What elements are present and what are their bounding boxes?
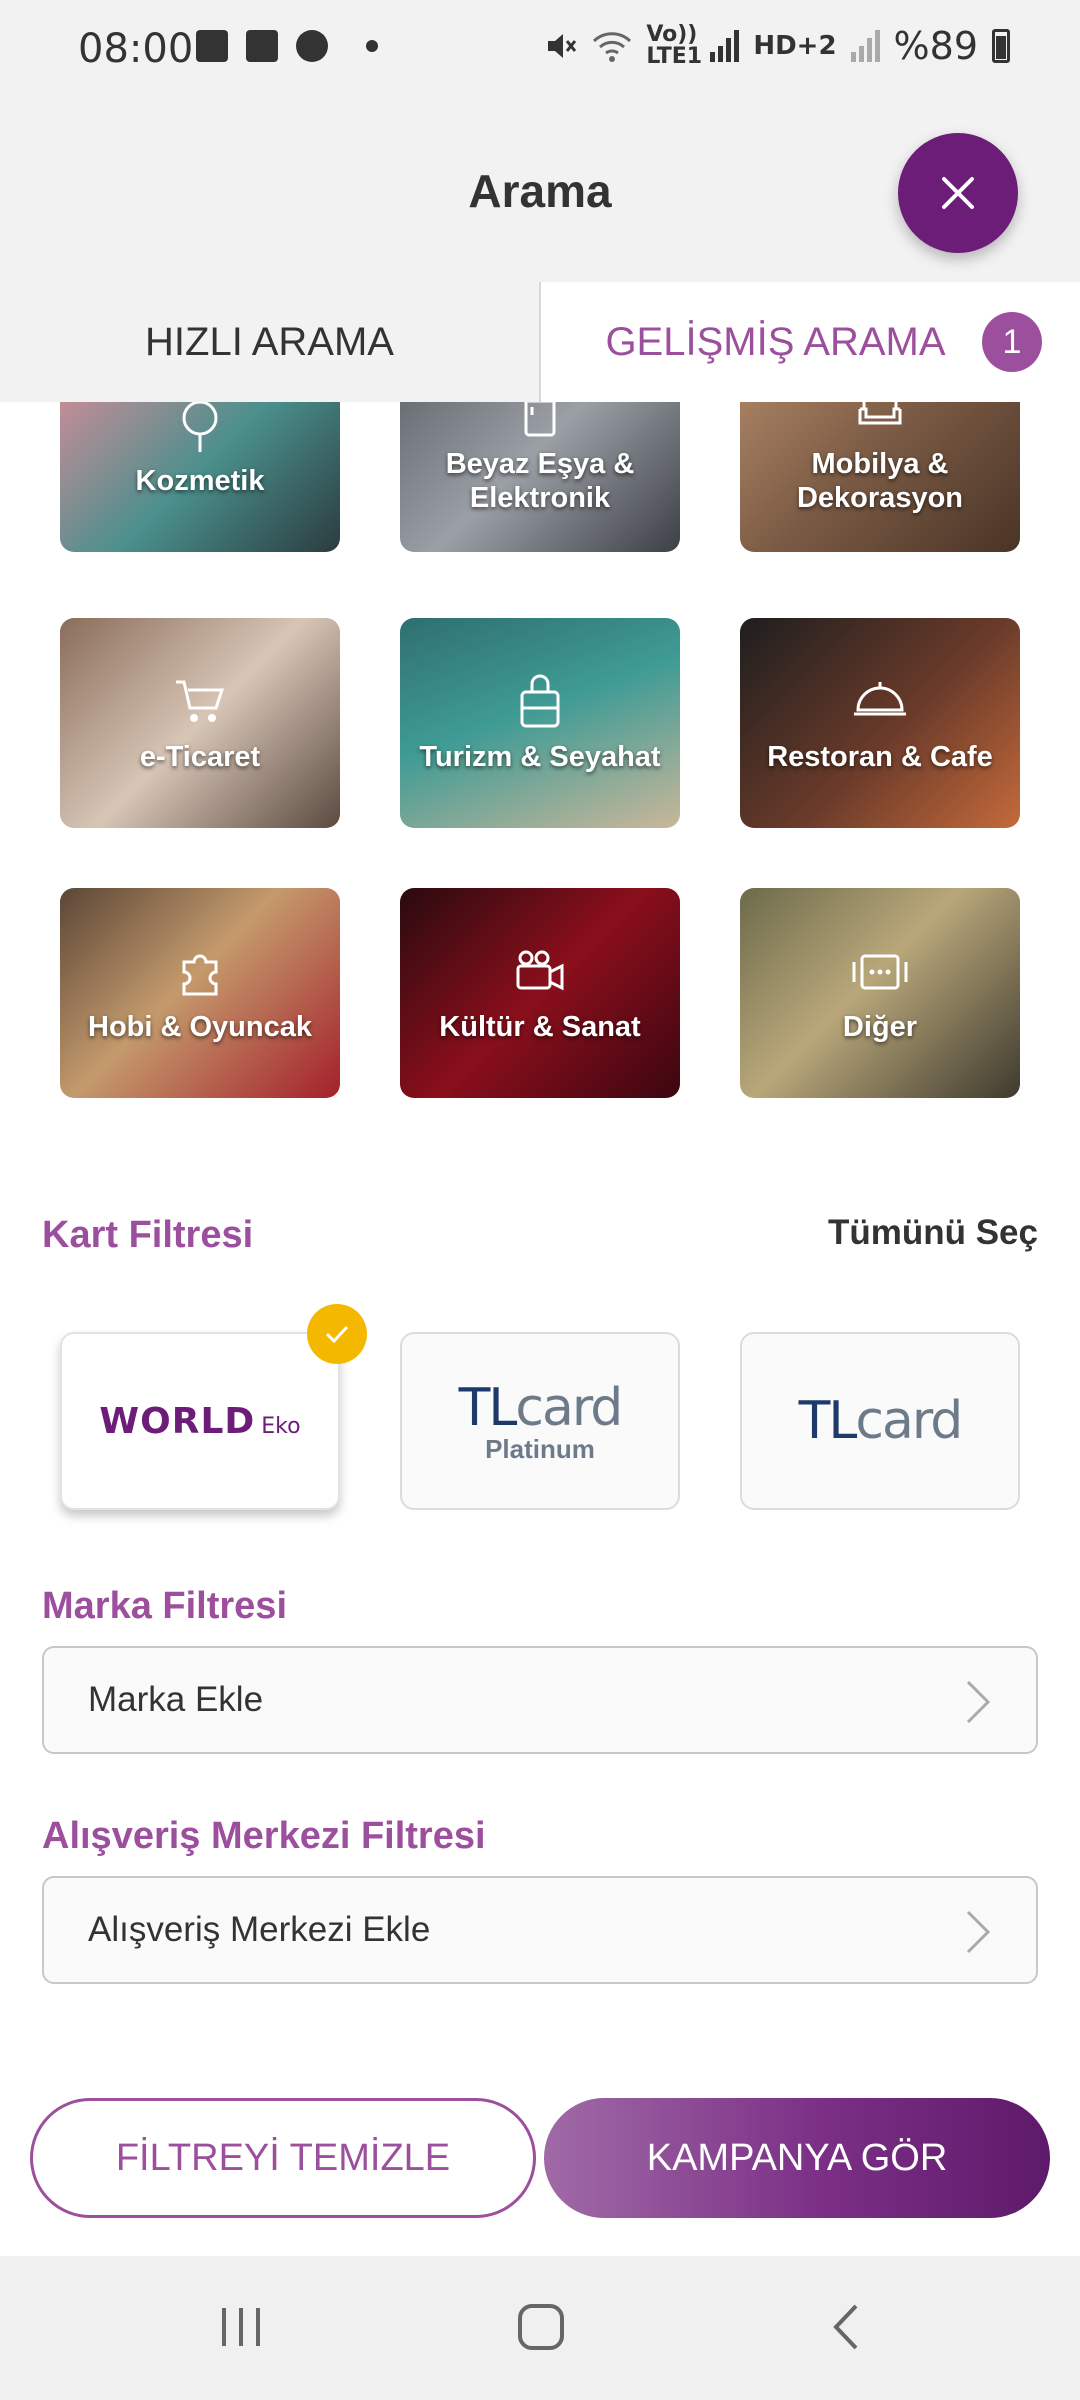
status-bar: 08:00 Vo)) LTE1 HD+2 %89: [0, 0, 1080, 100]
clear-filter-button[interactable]: FİLTREYİ TEMİZLE: [30, 2098, 536, 2218]
filter-count-badge: 1: [982, 312, 1042, 372]
category-label: Mobilya & Dekorasyon: [796, 448, 963, 514]
image-icon: [196, 30, 228, 62]
category-other[interactable]: Diğer: [740, 888, 1020, 1098]
add-brand-field[interactable]: Marka Ekle: [42, 1646, 1038, 1754]
card-tlcard[interactable]: TLcard: [740, 1332, 1020, 1510]
status-time: 08:00: [78, 26, 194, 72]
mall-filter-title: Alışveriş Merkezi Filtresi: [42, 1815, 486, 1857]
recent-apps-icon[interactable]: [216, 2302, 266, 2352]
signal-icon: [710, 30, 740, 62]
category-label: e-Ticaret: [139, 741, 261, 773]
category-cosmetics[interactable]: Kozmetik: [60, 402, 340, 552]
category-appliances[interactable]: Beyaz Eşya & Elektronik: [400, 402, 680, 552]
category-label: Kültür & Sanat: [439, 1011, 641, 1043]
signal-icon-2: [850, 30, 880, 62]
search-tabs: HIZLI ARAMA GELİŞMİŞ ARAMA 1: [0, 282, 1080, 402]
luggage-icon: [520, 674, 560, 728]
category-label: Kozmetik: [135, 465, 265, 497]
category-label: Turizm & Seyahat: [419, 741, 661, 773]
tlcard-logo: TLcard: [798, 1391, 964, 1451]
tab-label: GELİŞMİŞ ARAMA: [605, 319, 946, 364]
card-filter-title: Kart Filtresi: [42, 1214, 254, 1256]
battery-text: %89: [893, 24, 978, 68]
check-icon: [307, 1304, 367, 1364]
category-grid: Kozmetik Beyaz Eşya & Elektronik Mobilya…: [0, 402, 1080, 1122]
card-world-eko[interactable]: WORLD Eko: [60, 1332, 340, 1510]
category-culture[interactable]: Kültür & Sanat: [400, 888, 680, 1098]
card-tlcard-platinum[interactable]: TLcard Platinum: [400, 1332, 680, 1510]
home-icon[interactable]: [516, 2302, 566, 2352]
add-mall-field[interactable]: Alışveriş Merkezi Ekle: [42, 1876, 1038, 1984]
wifi-icon: [593, 32, 632, 62]
tab-advanced-search[interactable]: GELİŞMİŞ ARAMA 1: [541, 282, 1080, 402]
chevron-right-icon: [966, 1680, 991, 1724]
dot-icon: [366, 40, 378, 52]
select-all-link[interactable]: Tümünü Seç: [828, 1213, 1038, 1253]
ge-icon: [246, 30, 278, 62]
category-label: Restoran & Cafe: [767, 741, 993, 773]
category-hobby[interactable]: Hobi & Oyuncak: [60, 888, 340, 1098]
chevron-right-icon: [966, 1910, 991, 1954]
category-label: Beyaz Eşya & Elektronik: [445, 448, 635, 514]
tab-quick-search[interactable]: HIZLI ARAMA: [0, 282, 541, 402]
mirror-icon: [182, 402, 218, 452]
network-label: Vo)) LTE1: [646, 22, 703, 69]
add-brand-label: Marka Ekle: [88, 1680, 264, 1719]
fridge-icon: [524, 402, 556, 437]
category-restaurant[interactable]: Restoran & Cafe: [740, 618, 1020, 828]
system-nav-bar: [0, 2256, 1080, 2400]
world-eko-logo: WORLD Eko: [99, 1400, 301, 1442]
category-label: Diğer: [842, 1011, 918, 1043]
close-icon: [942, 177, 974, 209]
mute-icon: [548, 34, 577, 58]
platinum-label: Platinum: [485, 1433, 595, 1464]
tab-label: HIZLI ARAMA: [145, 319, 394, 364]
hd-label: HD+2: [753, 31, 837, 61]
brand-filter-title: Marka Filtresi: [42, 1585, 287, 1627]
back-icon[interactable]: [826, 2302, 866, 2352]
close-button[interactable]: [898, 133, 1018, 253]
battery-icon: [992, 29, 1010, 63]
more-icon: [852, 954, 908, 990]
music-icon: [296, 30, 328, 62]
category-furniture[interactable]: Mobilya & Dekorasyon: [740, 402, 1020, 552]
sofa-icon: [858, 402, 902, 425]
tlcard-logo: TLcard: [458, 1377, 624, 1438]
category-label: Hobi & Oyuncak: [88, 1011, 312, 1043]
category-travel[interactable]: Turizm & Seyahat: [400, 618, 680, 828]
camera-icon: [516, 950, 564, 991]
category-ecommerce[interactable]: e-Ticaret: [60, 618, 340, 828]
add-mall-label: Alışveriş Merkezi Ekle: [88, 1910, 431, 1949]
header: Arama: [0, 100, 1080, 282]
cart-icon: [176, 680, 225, 722]
see-campaigns-button[interactable]: KAMPANYA GÖR: [544, 2098, 1050, 2218]
puzzle-icon: [182, 954, 218, 996]
dish-icon: [854, 682, 906, 716]
